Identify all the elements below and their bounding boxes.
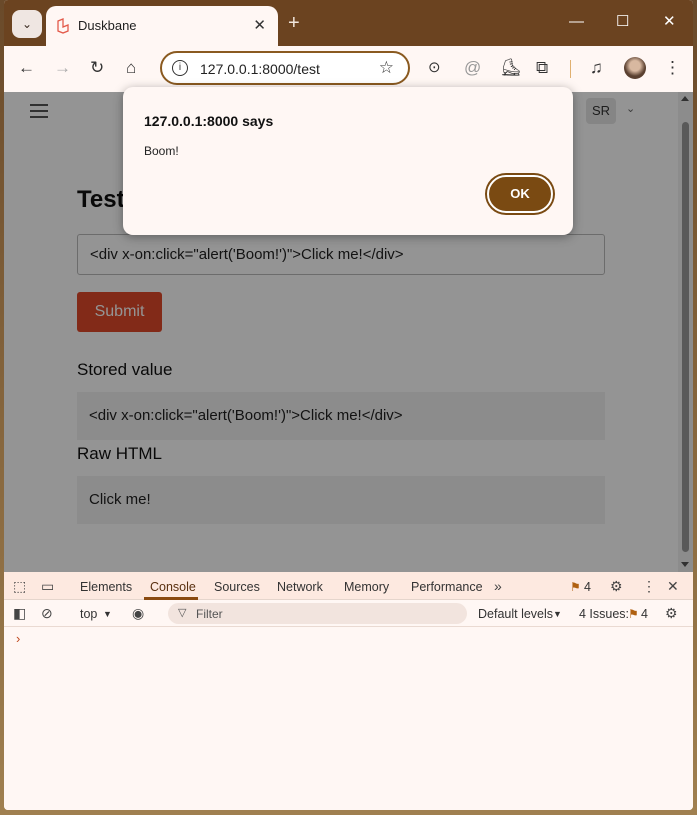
settings-gear-icon[interactable]: ⚙ xyxy=(610,578,623,594)
issues-count[interactable]: 4 xyxy=(641,607,648,621)
home-icon[interactable]: ⌂ xyxy=(126,58,136,78)
browser-toolbar: ← → ↻ ⌂ i 127.0.0.1:8000/test ☆ ⊙ @ ⛸ ⧉ … xyxy=(4,46,693,92)
devtools-close-icon[interactable]: ✕ xyxy=(667,578,679,594)
extension-shoe-icon[interactable]: ⛸ xyxy=(500,58,522,78)
profile-avatar[interactable] xyxy=(624,57,646,79)
tab-search-button[interactable]: ⌄ xyxy=(12,10,42,38)
devtools-tab-bar: ⬚ ▭ Elements Console Sources Network Mem… xyxy=(4,572,693,600)
tab-sources[interactable]: Sources xyxy=(214,580,260,594)
tab-elements[interactable]: Elements xyxy=(80,580,132,594)
reload-icon[interactable]: ↻ xyxy=(90,58,104,78)
maximize-button[interactable]: ☐ xyxy=(616,14,629,30)
laravel-favicon-icon xyxy=(56,18,72,34)
tab-memory[interactable]: Memory xyxy=(344,580,389,594)
console-filter-input[interactable]: ▽ Filter xyxy=(168,603,467,624)
more-tabs-icon[interactable]: » xyxy=(494,578,502,594)
browser-window: ⌄ Duskbane ✕ + — ☐ ✕ ← → ↻ ⌂ i 127.0.0.1… xyxy=(4,0,693,810)
toolbar-divider xyxy=(570,60,571,78)
window-close-button[interactable]: ✕ xyxy=(663,14,676,30)
tab-network[interactable]: Network xyxy=(277,580,323,594)
tab-close-icon[interactable]: ✕ xyxy=(253,16,266,34)
site-info-icon[interactable]: i xyxy=(172,60,188,76)
device-toolbar-icon[interactable]: ▭ xyxy=(41,578,54,594)
minimize-button[interactable]: — xyxy=(569,14,584,30)
context-selector[interactable]: top xyxy=(80,607,97,621)
password-manager-icon[interactable]: ⊙ xyxy=(428,58,441,78)
chevron-down-icon: ⌄ xyxy=(21,17,33,31)
sidebar-toggle-icon[interactable]: ◧ xyxy=(13,605,26,621)
address-bar[interactable]: i 127.0.0.1:8000/test ☆ xyxy=(160,51,410,85)
filter-funnel-icon: ▽ xyxy=(178,607,187,619)
kebab-menu-icon[interactable]: ⋮ xyxy=(664,58,681,78)
issues-flag-icon[interactable]: ⚑ xyxy=(570,579,581,595)
context-dropdown-icon[interactable]: ▼ xyxy=(103,609,112,619)
back-arrow-icon[interactable]: ← xyxy=(18,58,35,78)
log-levels-chevron-icon[interactable]: ▼ xyxy=(553,609,562,619)
live-expression-eye-icon[interactable]: ◉ xyxy=(132,605,144,621)
devtools-panel: ⬚ ▭ Elements Console Sources Network Mem… xyxy=(4,572,693,810)
dialog-message: Boom! xyxy=(144,144,179,158)
at-sign-icon[interactable]: @ xyxy=(464,58,481,78)
console-settings-gear-icon[interactable]: ⚙ xyxy=(665,605,678,621)
dialog-ok-button[interactable]: OK xyxy=(487,175,553,213)
extensions-puzzle-icon[interactable]: ⧉ xyxy=(536,58,548,78)
browser-tab[interactable]: Duskbane ✕ xyxy=(46,6,278,46)
alert-dialog: 127.0.0.1:8000 says Boom! OK xyxy=(123,87,573,235)
forward-arrow-icon[interactable]: → xyxy=(54,58,71,78)
tab-title: Duskbane xyxy=(78,18,137,33)
tab-performance[interactable]: Performance xyxy=(411,580,483,594)
issues-label[interactable]: 4 Issues: xyxy=(579,607,629,621)
devtools-menu-icon[interactable]: ⋮ xyxy=(642,578,656,594)
new-tab-button[interactable]: + xyxy=(288,13,300,33)
clear-console-icon[interactable]: ⊘ xyxy=(41,605,53,621)
console-filter-bar: ◧ ⊘ top ▼ ◉ ▽ Filter Default levels ▼ 4 … xyxy=(4,600,693,627)
console-prompt-icon[interactable]: › xyxy=(16,631,20,646)
tab-console[interactable]: Console xyxy=(150,580,196,594)
issues-small-flag-icon: ⚑ xyxy=(628,607,639,621)
dialog-title: 127.0.0.1:8000 says xyxy=(144,113,274,129)
media-controls-icon[interactable]: ♫ xyxy=(590,58,603,78)
issues-badge-count[interactable]: 4 xyxy=(584,580,591,594)
inspect-element-icon[interactable]: ⬚ xyxy=(13,578,26,594)
address-url: 127.0.0.1:8000/test xyxy=(200,61,320,77)
bookmark-star-icon[interactable]: ☆ xyxy=(379,58,394,78)
log-levels-dropdown[interactable]: Default levels xyxy=(478,607,553,621)
filter-placeholder: Filter xyxy=(196,607,223,621)
tab-bar: ⌄ Duskbane ✕ + — ☐ ✕ xyxy=(4,0,693,46)
